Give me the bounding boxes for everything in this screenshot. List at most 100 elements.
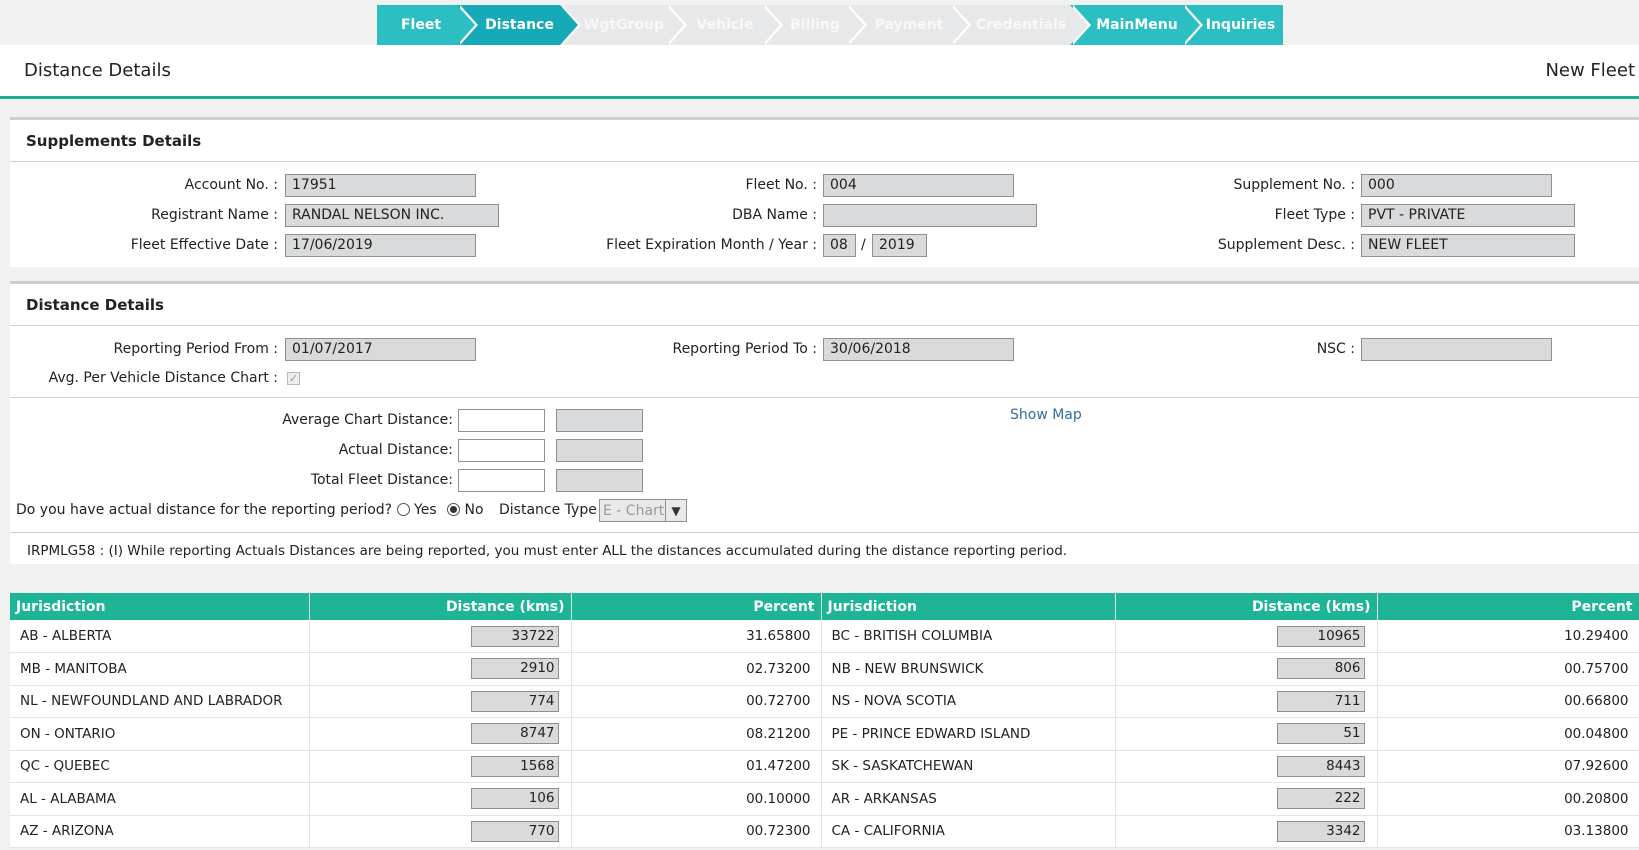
distance-input[interactable]: 774 xyxy=(470,690,559,712)
jurisdiction-cell: NS - NOVA SCOTIA xyxy=(821,685,1116,718)
average-chart-distance-readonly xyxy=(556,409,643,432)
distance-input[interactable]: 106 xyxy=(470,788,559,810)
distance-cell: 770 xyxy=(309,815,572,848)
fleet-type-field: PVT - PRIVATE xyxy=(1361,204,1575,227)
question-text: Do you have actual distance for the repo… xyxy=(16,502,393,518)
distance-cell: 222 xyxy=(1115,782,1378,816)
distance-cell: 8443 xyxy=(1115,750,1378,783)
distance-type-select[interactable]: E - Chart ▼ xyxy=(599,499,687,522)
registrant-name-label: Registrant Name : xyxy=(151,207,278,223)
actual-distance-label: Actual Distance: xyxy=(338,442,453,458)
effective-date-field: 17/06/2019 xyxy=(285,234,476,257)
wizard-step-label: Distance xyxy=(485,17,554,33)
distance-input[interactable]: 711 xyxy=(1276,690,1365,712)
avg-chart-label: Avg. Per Vehicle Distance Chart : xyxy=(48,370,278,386)
registrant-name-field: RANDAL NELSON INC. xyxy=(285,204,499,227)
percent-cell: 03.13800 xyxy=(1377,815,1639,848)
wizard-step-fleet[interactable]: Fleet xyxy=(377,5,478,45)
total-fleet-distance-readonly xyxy=(556,469,643,492)
distance-input[interactable]: 8443 xyxy=(1276,755,1365,777)
distance-input[interactable]: 10965 xyxy=(1276,625,1365,647)
page-mode: New Fleet xyxy=(1545,60,1635,81)
wizard-step-label: Payment xyxy=(874,17,944,33)
jurisdiction-cell: PE - PRINCE EDWARD ISLAND xyxy=(821,717,1116,751)
account-no-label: Account No. : xyxy=(184,177,278,193)
col-percent: Percent xyxy=(571,593,822,620)
percent-cell: 00.10000 xyxy=(571,782,822,816)
table-row: AB - ALBERTA 33722 31.65800 BC - BRITISH CO… xyxy=(10,620,1639,653)
distance-cell: 774 xyxy=(309,685,572,718)
wizard-step-label: MainMenu xyxy=(1096,17,1178,33)
actual-distance-readonly xyxy=(556,439,643,462)
distance-cell: 3342 xyxy=(1115,815,1378,848)
distance-input[interactable]: 3342 xyxy=(1276,820,1365,842)
period-to-field: 30/06/2018 xyxy=(823,338,1014,361)
total-fleet-distance-input[interactable] xyxy=(458,469,545,492)
jurisdiction-cell: ON - ONTARIO xyxy=(10,717,310,751)
period-from-field: 01/07/2017 xyxy=(285,338,476,361)
average-chart-distance-input[interactable] xyxy=(458,409,545,432)
table-row: AL - ALABAMA 106 00.10000 AR - ARKANSAS 222 0… xyxy=(10,782,1639,816)
col-distance: Distance (kms) xyxy=(309,593,572,620)
percent-cell: 00.72300 xyxy=(571,815,822,848)
distance-input[interactable]: 222 xyxy=(1276,788,1365,810)
show-map-link[interactable]: Show Map xyxy=(1010,407,1082,423)
distance-cell: 1568 xyxy=(309,750,572,783)
no-radio[interactable] xyxy=(447,503,461,516)
yes-radio[interactable] xyxy=(396,503,410,516)
effective-date-label: Fleet Effective Date : xyxy=(130,237,278,253)
jurisdiction-cell: AB - ALBERTA xyxy=(10,620,310,653)
actual-distance-input[interactable] xyxy=(458,439,545,462)
jurisdiction-cell: CA - CALIFORNIA xyxy=(821,815,1116,848)
supplement-no-label: Supplement No. : xyxy=(1233,177,1355,193)
col-jurisdiction: Jurisdiction xyxy=(10,593,310,620)
percent-cell: 00.72700 xyxy=(571,685,822,718)
distance-input[interactable]: 2910 xyxy=(470,658,559,680)
percent-cell: 31.65800 xyxy=(571,620,822,653)
distance-input[interactable]: 1568 xyxy=(470,755,559,777)
distance-type-value: E - Chart xyxy=(603,502,665,519)
page-title: Distance Details xyxy=(24,60,171,81)
distance-input[interactable]: 806 xyxy=(1276,658,1365,680)
dba-name-label: DBA Name : xyxy=(732,207,817,223)
distance-input[interactable]: 8747 xyxy=(470,723,559,745)
period-to-label: Reporting Period To : xyxy=(672,341,817,357)
percent-cell: 00.66800 xyxy=(1377,685,1639,718)
supplement-desc-field: NEW FLEET xyxy=(1361,234,1575,257)
jurisdiction-cell: BC - BRITISH COLUMBIA xyxy=(821,620,1116,653)
avg-chart-checkbox[interactable]: ✓ xyxy=(287,372,300,385)
table-row: NL - NEWFOUNDLAND AND LABRADOR 774 00.7270… xyxy=(10,685,1639,718)
percent-cell: 08.21200 xyxy=(571,717,822,751)
percent-cell: 01.47200 xyxy=(571,750,822,783)
dba-name-field xyxy=(823,204,1037,227)
distance-input[interactable]: 770 xyxy=(470,820,559,842)
jurisdiction-cell: MB - MANITOBA xyxy=(10,652,310,686)
jurisdiction-cell: NB - NEW BRUNSWICK xyxy=(821,652,1116,686)
chevron-down-icon: ▼ xyxy=(665,500,686,521)
expiration-label: Fleet Expiration Month / Year : xyxy=(606,237,817,253)
supplements-panel: Supplements Details Account No. : 17951 … xyxy=(10,117,1639,267)
jurisdiction-cell: AR - ARKANSAS xyxy=(821,782,1116,816)
distance-cell: 51 xyxy=(1115,717,1378,751)
distance-cell: 711 xyxy=(1115,685,1378,718)
expiration-month-field: 08 xyxy=(823,234,856,257)
distance-type-label: Distance Type xyxy=(499,502,597,518)
distance-cell: 8747 xyxy=(309,717,572,751)
fleet-no-label: Fleet No. : xyxy=(745,177,817,193)
expiration-year-field: 2019 xyxy=(872,234,927,257)
col-percent: Percent xyxy=(1377,593,1639,620)
fleet-type-label: Fleet Type : xyxy=(1274,207,1355,223)
average-chart-distance-label: Average Chart Distance: xyxy=(282,412,453,428)
distance-input[interactable]: 33722 xyxy=(470,625,559,647)
col-distance: Distance (kms) xyxy=(1115,593,1378,620)
percent-cell: 00.04800 xyxy=(1377,717,1639,751)
fleet-no-field: 004 xyxy=(823,174,1014,197)
wizard-step-label: WgtGroup xyxy=(583,17,665,33)
yes-label: Yes xyxy=(414,502,437,518)
nsc-field xyxy=(1361,338,1552,361)
account-no-field: 17951 xyxy=(285,174,476,197)
total-fleet-distance-label: Total Fleet Distance: xyxy=(310,472,453,488)
distance-cell: 106 xyxy=(309,782,572,816)
distance-input[interactable]: 51 xyxy=(1276,723,1365,745)
jurisdiction-cell: SK - SASKATCHEWAN xyxy=(821,750,1116,783)
